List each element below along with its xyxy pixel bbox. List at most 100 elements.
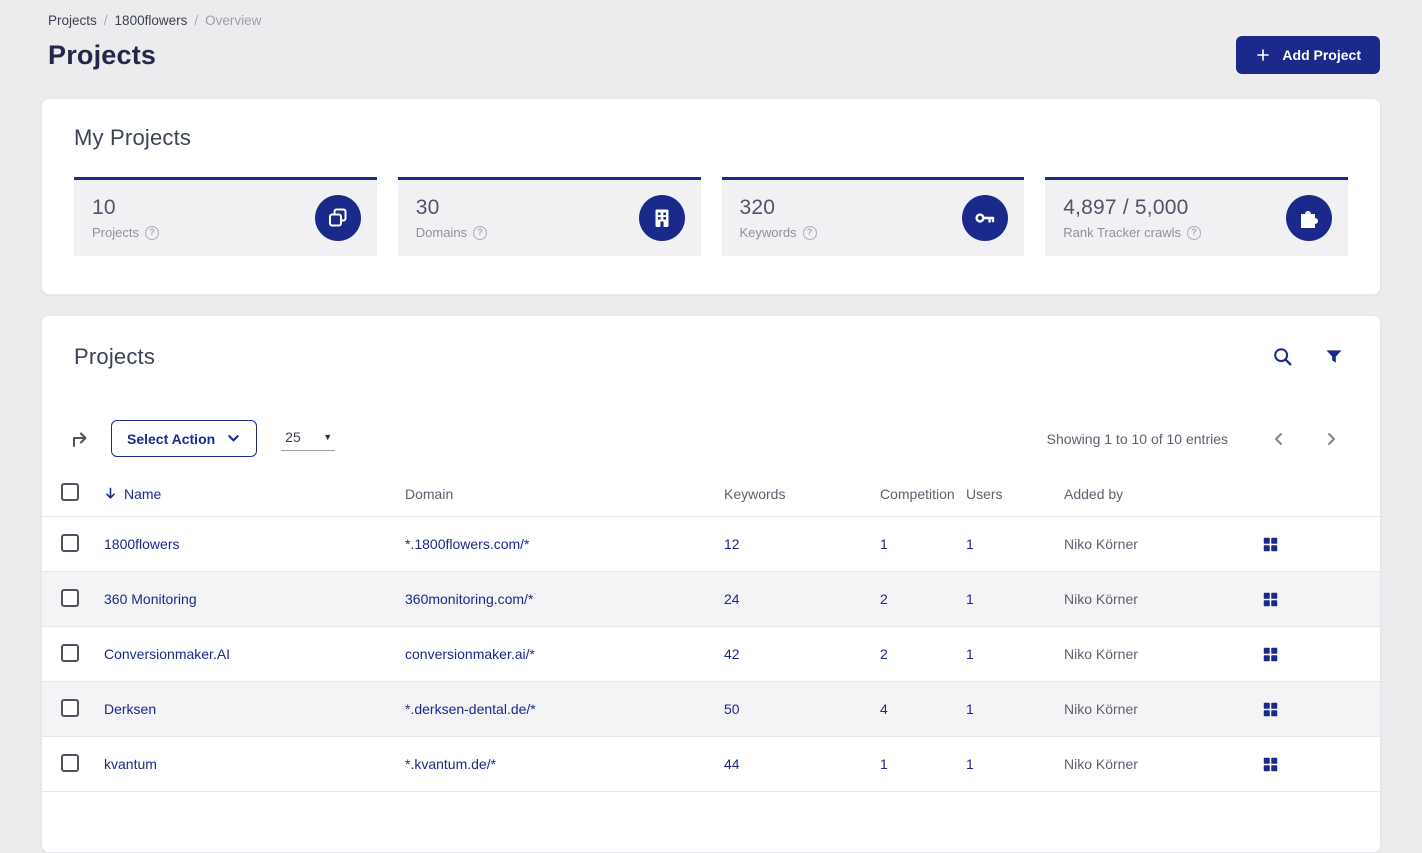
dashboard-grid-icon[interactable] xyxy=(1263,592,1380,607)
row-checkbox[interactable] xyxy=(61,533,79,552)
project-domain-link[interactable]: conversionmaker.ai/* xyxy=(405,646,724,662)
puzzle-icon xyxy=(1286,195,1332,241)
project-name-link[interactable]: Derksen xyxy=(104,701,405,717)
column-header-competition[interactable]: Competition xyxy=(880,486,966,502)
stat-tile-keywords: 320 Keywords xyxy=(721,177,1025,256)
search-icon[interactable] xyxy=(1272,346,1294,368)
competition-count[interactable]: 4 xyxy=(880,701,966,717)
projects-card-title: Projects xyxy=(74,344,156,369)
users-count[interactable]: 1 xyxy=(966,591,1064,607)
select-action-button[interactable]: Select Action xyxy=(111,420,258,457)
breadcrumb-separator: / xyxy=(194,13,199,28)
row-checkbox[interactable] xyxy=(61,588,79,607)
projects-page: { "colors": { "primary": "#1b2a8a" }, "b… xyxy=(0,0,1422,853)
dashboard-grid-icon[interactable] xyxy=(1263,647,1380,662)
project-domain-link[interactable]: *.kvantum.de/* xyxy=(405,756,724,772)
help-icon[interactable] xyxy=(144,225,159,240)
column-header-name-label: Name xyxy=(124,485,162,502)
breadcrumb: Projects / 1800flowers / Overview xyxy=(48,13,1380,28)
plus-icon xyxy=(1255,47,1271,63)
keywords-count[interactable]: 42 xyxy=(724,646,880,662)
keywords-count[interactable]: 50 xyxy=(724,701,880,717)
breadcrumb-item-overview: Overview xyxy=(205,13,262,28)
table-row: kvantum *.kvantum.de/* 44 1 1 Niko Körne… xyxy=(42,737,1380,792)
add-project-label: Add Project xyxy=(1282,47,1361,63)
users-count[interactable]: 1 xyxy=(966,646,1064,662)
stat-label-projects: Projects xyxy=(92,225,139,240)
help-icon[interactable] xyxy=(802,225,817,240)
breadcrumb-item-1800flowers[interactable]: 1800flowers xyxy=(115,13,188,28)
sort-desc-icon xyxy=(104,487,117,500)
projects-table-card: Projects Select Action 25 ▼ Showing 1 to… xyxy=(41,315,1381,853)
stat-tile-crawls: 4,897 / 5,000 Rank Tracker crawls xyxy=(1045,177,1348,256)
table-row: Conversionmaker.AI conversionmaker.ai/* … xyxy=(42,627,1380,682)
competition-count[interactable]: 2 xyxy=(880,591,966,607)
dashboard-grid-icon[interactable] xyxy=(1263,702,1380,717)
stat-value-crawls: 4,897 / 5,000 xyxy=(1063,196,1189,219)
table-row: Derksen *.derksen-dental.de/* 50 4 1 Nik… xyxy=(42,682,1380,737)
my-projects-title: My Projects xyxy=(74,125,192,150)
building-icon xyxy=(638,195,685,241)
row-checkbox[interactable] xyxy=(61,753,79,772)
column-header-keywords[interactable]: Keywords xyxy=(724,486,880,502)
key-icon xyxy=(962,195,1009,241)
stat-tile-domains: 30 Domains xyxy=(397,177,701,256)
help-icon[interactable] xyxy=(473,225,488,240)
page-title: Projects xyxy=(48,39,157,70)
column-header-added-by[interactable]: Added by xyxy=(1064,486,1263,502)
project-name-link[interactable]: Conversionmaker.AI xyxy=(104,646,405,662)
caret-down-icon: ▼ xyxy=(323,431,333,442)
stat-tiles: 10 Projects 30 Domains xyxy=(74,177,1348,256)
stat-label-domains: Domains xyxy=(415,225,468,240)
my-projects-card: My Projects 10 Projects 30 Doma xyxy=(41,98,1381,295)
stat-value-domains: 30 xyxy=(415,196,440,219)
page-size-value: 25 xyxy=(285,428,301,445)
projects-table: Name Domain Keywords Competition Users A… xyxy=(42,471,1380,792)
prev-page-icon[interactable] xyxy=(1270,430,1288,448)
stat-value-keywords: 320 xyxy=(739,196,776,219)
added-by: Niko Körner xyxy=(1064,646,1138,662)
keywords-count[interactable]: 44 xyxy=(724,756,880,772)
next-page-icon[interactable] xyxy=(1322,430,1340,448)
added-by: Niko Körner xyxy=(1064,756,1138,772)
stat-label-keywords: Keywords xyxy=(739,225,797,240)
project-domain-link[interactable]: 360monitoring.com/* xyxy=(405,591,724,607)
row-checkbox[interactable] xyxy=(61,643,79,662)
top-bar: Projects / 1800flowers / Overview Projec… xyxy=(0,0,1422,74)
added-by: Niko Körner xyxy=(1064,701,1138,717)
table-toolbar: Select Action 25 ▼ Showing 1 to 10 of 10… xyxy=(42,420,1380,457)
column-header-name[interactable]: Name xyxy=(104,486,405,502)
competition-count[interactable]: 1 xyxy=(880,756,966,772)
filter-icon[interactable] xyxy=(1324,347,1344,367)
users-count[interactable]: 1 xyxy=(966,536,1064,552)
project-name-link[interactable]: 360 Monitoring xyxy=(104,591,405,607)
pagination-summary: Showing 1 to 10 of 10 entries xyxy=(1046,430,1228,447)
table-header-row: Name Domain Keywords Competition Users A… xyxy=(42,471,1380,517)
add-project-button[interactable]: Add Project xyxy=(1236,36,1380,74)
competition-count[interactable]: 2 xyxy=(880,646,966,662)
stat-label-crawls: Rank Tracker crawls xyxy=(1063,225,1181,240)
project-domain-link[interactable]: *.1800flowers.com/* xyxy=(405,536,724,552)
dashboard-grid-icon[interactable] xyxy=(1263,757,1380,772)
project-name-link[interactable]: kvantum xyxy=(104,756,405,772)
project-domain-link[interactable]: *.derksen-dental.de/* xyxy=(405,701,724,717)
users-count[interactable]: 1 xyxy=(966,756,1064,772)
help-icon[interactable] xyxy=(1187,225,1201,240)
column-header-users[interactable]: Users xyxy=(966,486,1064,502)
column-header-domain[interactable]: Domain xyxy=(405,486,724,502)
page-size-select[interactable]: 25 ▼ xyxy=(281,427,336,451)
users-count[interactable]: 1 xyxy=(966,701,1064,717)
select-all-checkbox[interactable] xyxy=(61,483,79,501)
row-checkbox[interactable] xyxy=(61,698,79,717)
keywords-count[interactable]: 12 xyxy=(724,536,880,552)
breadcrumb-item-projects[interactable]: Projects xyxy=(48,13,97,28)
project-name-link[interactable]: 1800flowers xyxy=(104,536,405,552)
added-by: Niko Körner xyxy=(1064,536,1138,552)
added-by: Niko Körner xyxy=(1064,591,1138,607)
dashboard-grid-icon[interactable] xyxy=(1263,537,1380,552)
competition-count[interactable]: 1 xyxy=(880,536,966,552)
table-row: 360 Monitoring 360monitoring.com/* 24 2 … xyxy=(42,572,1380,627)
export-arrow-icon[interactable] xyxy=(69,428,91,450)
keywords-count[interactable]: 24 xyxy=(724,591,880,607)
stat-tile-projects: 10 Projects xyxy=(74,177,377,256)
